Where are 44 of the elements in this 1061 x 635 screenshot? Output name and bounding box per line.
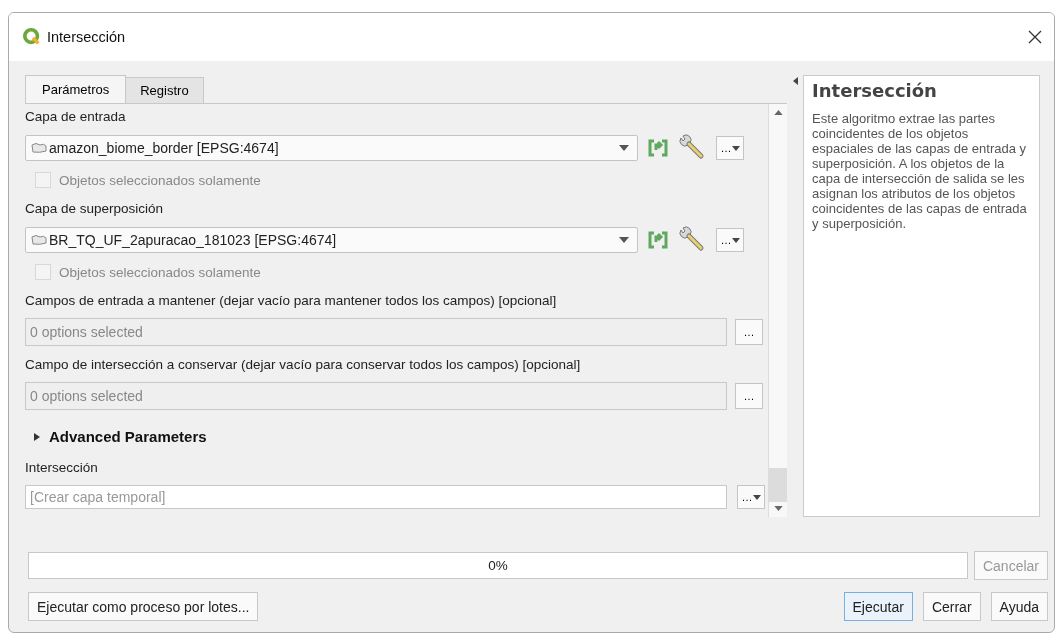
help-text: Este algoritmo extrae las partes coincidentes de los objetos espaciales de las capas de entrada y superposición. A los objetos de la capa de intersección de salida se les asignan los atributos de los objetos coincidentes de las capas de entrada y superposición. bbox=[812, 111, 1028, 231]
window-title: Intersección bbox=[47, 29, 126, 45]
checkbox-label: Objetos seleccionados solamente bbox=[59, 264, 261, 280]
wrench-icon[interactable] bbox=[678, 134, 706, 162]
options-button[interactable]: … bbox=[716, 228, 744, 252]
parameter-label: Campos de entrada a mantener (dejar vacío para mantener todos los campos) [opcional] bbox=[25, 292, 558, 310]
parameter-label: Capa de entrada bbox=[25, 108, 127, 126]
browse-button[interactable]: … bbox=[735, 383, 763, 409]
dropdown-value: BR_TQ_UF_2apuracao_181023 [EPSG:4674] bbox=[49, 232, 338, 248]
app-logo-icon bbox=[23, 28, 41, 46]
tab[interactable]: Registro bbox=[125, 77, 204, 103]
options-button[interactable]: … bbox=[737, 485, 765, 509]
tab[interactable]: Parámetros bbox=[25, 75, 127, 103]
layer-dropdown[interactable]: BR_TQ_UF_2apuracao_181023 [EPSG:4674] bbox=[25, 227, 638, 253]
dropdown-value: amazon_biome_border [EPSG:4674] bbox=[49, 140, 280, 156]
dialog-button[interactable]: Ayuda bbox=[990, 592, 1048, 621]
progress-percent: 0% bbox=[488, 558, 508, 573]
dialog-button[interactable]: Cerrar bbox=[922, 592, 981, 621]
caret-icon bbox=[731, 237, 740, 243]
browse-button[interactable]: … bbox=[735, 319, 763, 345]
parameter-label: Intersección bbox=[25, 459, 99, 477]
scroll-up-icon[interactable] bbox=[773, 110, 783, 115]
close-icon[interactable] bbox=[1028, 30, 1042, 44]
dropdown-arrow-icon bbox=[619, 237, 629, 243]
scrollbar[interactable] bbox=[768, 104, 788, 517]
output-field[interactable]: [Crear capa temporal] bbox=[25, 485, 727, 509]
parameter-label: Campo de intersección a conservar (dejar vacío para conservar todos los campos) [opcional] bbox=[25, 356, 582, 374]
wrench-icon[interactable] bbox=[678, 226, 706, 254]
options-button[interactable]: … bbox=[716, 136, 744, 160]
collapsed-arrow-icon bbox=[33, 432, 41, 441]
scrollbar-thumb[interactable] bbox=[769, 468, 788, 502]
batch-process-button[interactable]: Ejecutar como proceso por lotes... bbox=[28, 592, 259, 621]
caret-icon bbox=[731, 145, 740, 151]
parameter-label: Capa de superposición bbox=[25, 200, 165, 218]
help-title: Intersección bbox=[812, 80, 938, 101]
scroll-down-icon[interactable] bbox=[773, 506, 783, 511]
layer-dropdown[interactable]: amazon_biome_border [EPSG:4674] bbox=[25, 135, 638, 161]
polygon-layer-icon bbox=[30, 142, 48, 154]
polygon-layer-icon bbox=[30, 234, 48, 246]
collapse-arrow-icon[interactable] bbox=[792, 77, 798, 85]
dialog-button[interactable]: Ejecutar bbox=[843, 592, 913, 621]
checkbox-label: Objetos seleccionados solamente bbox=[59, 172, 261, 188]
dropdown-arrow-icon bbox=[619, 145, 629, 151]
caret-icon bbox=[752, 494, 761, 500]
